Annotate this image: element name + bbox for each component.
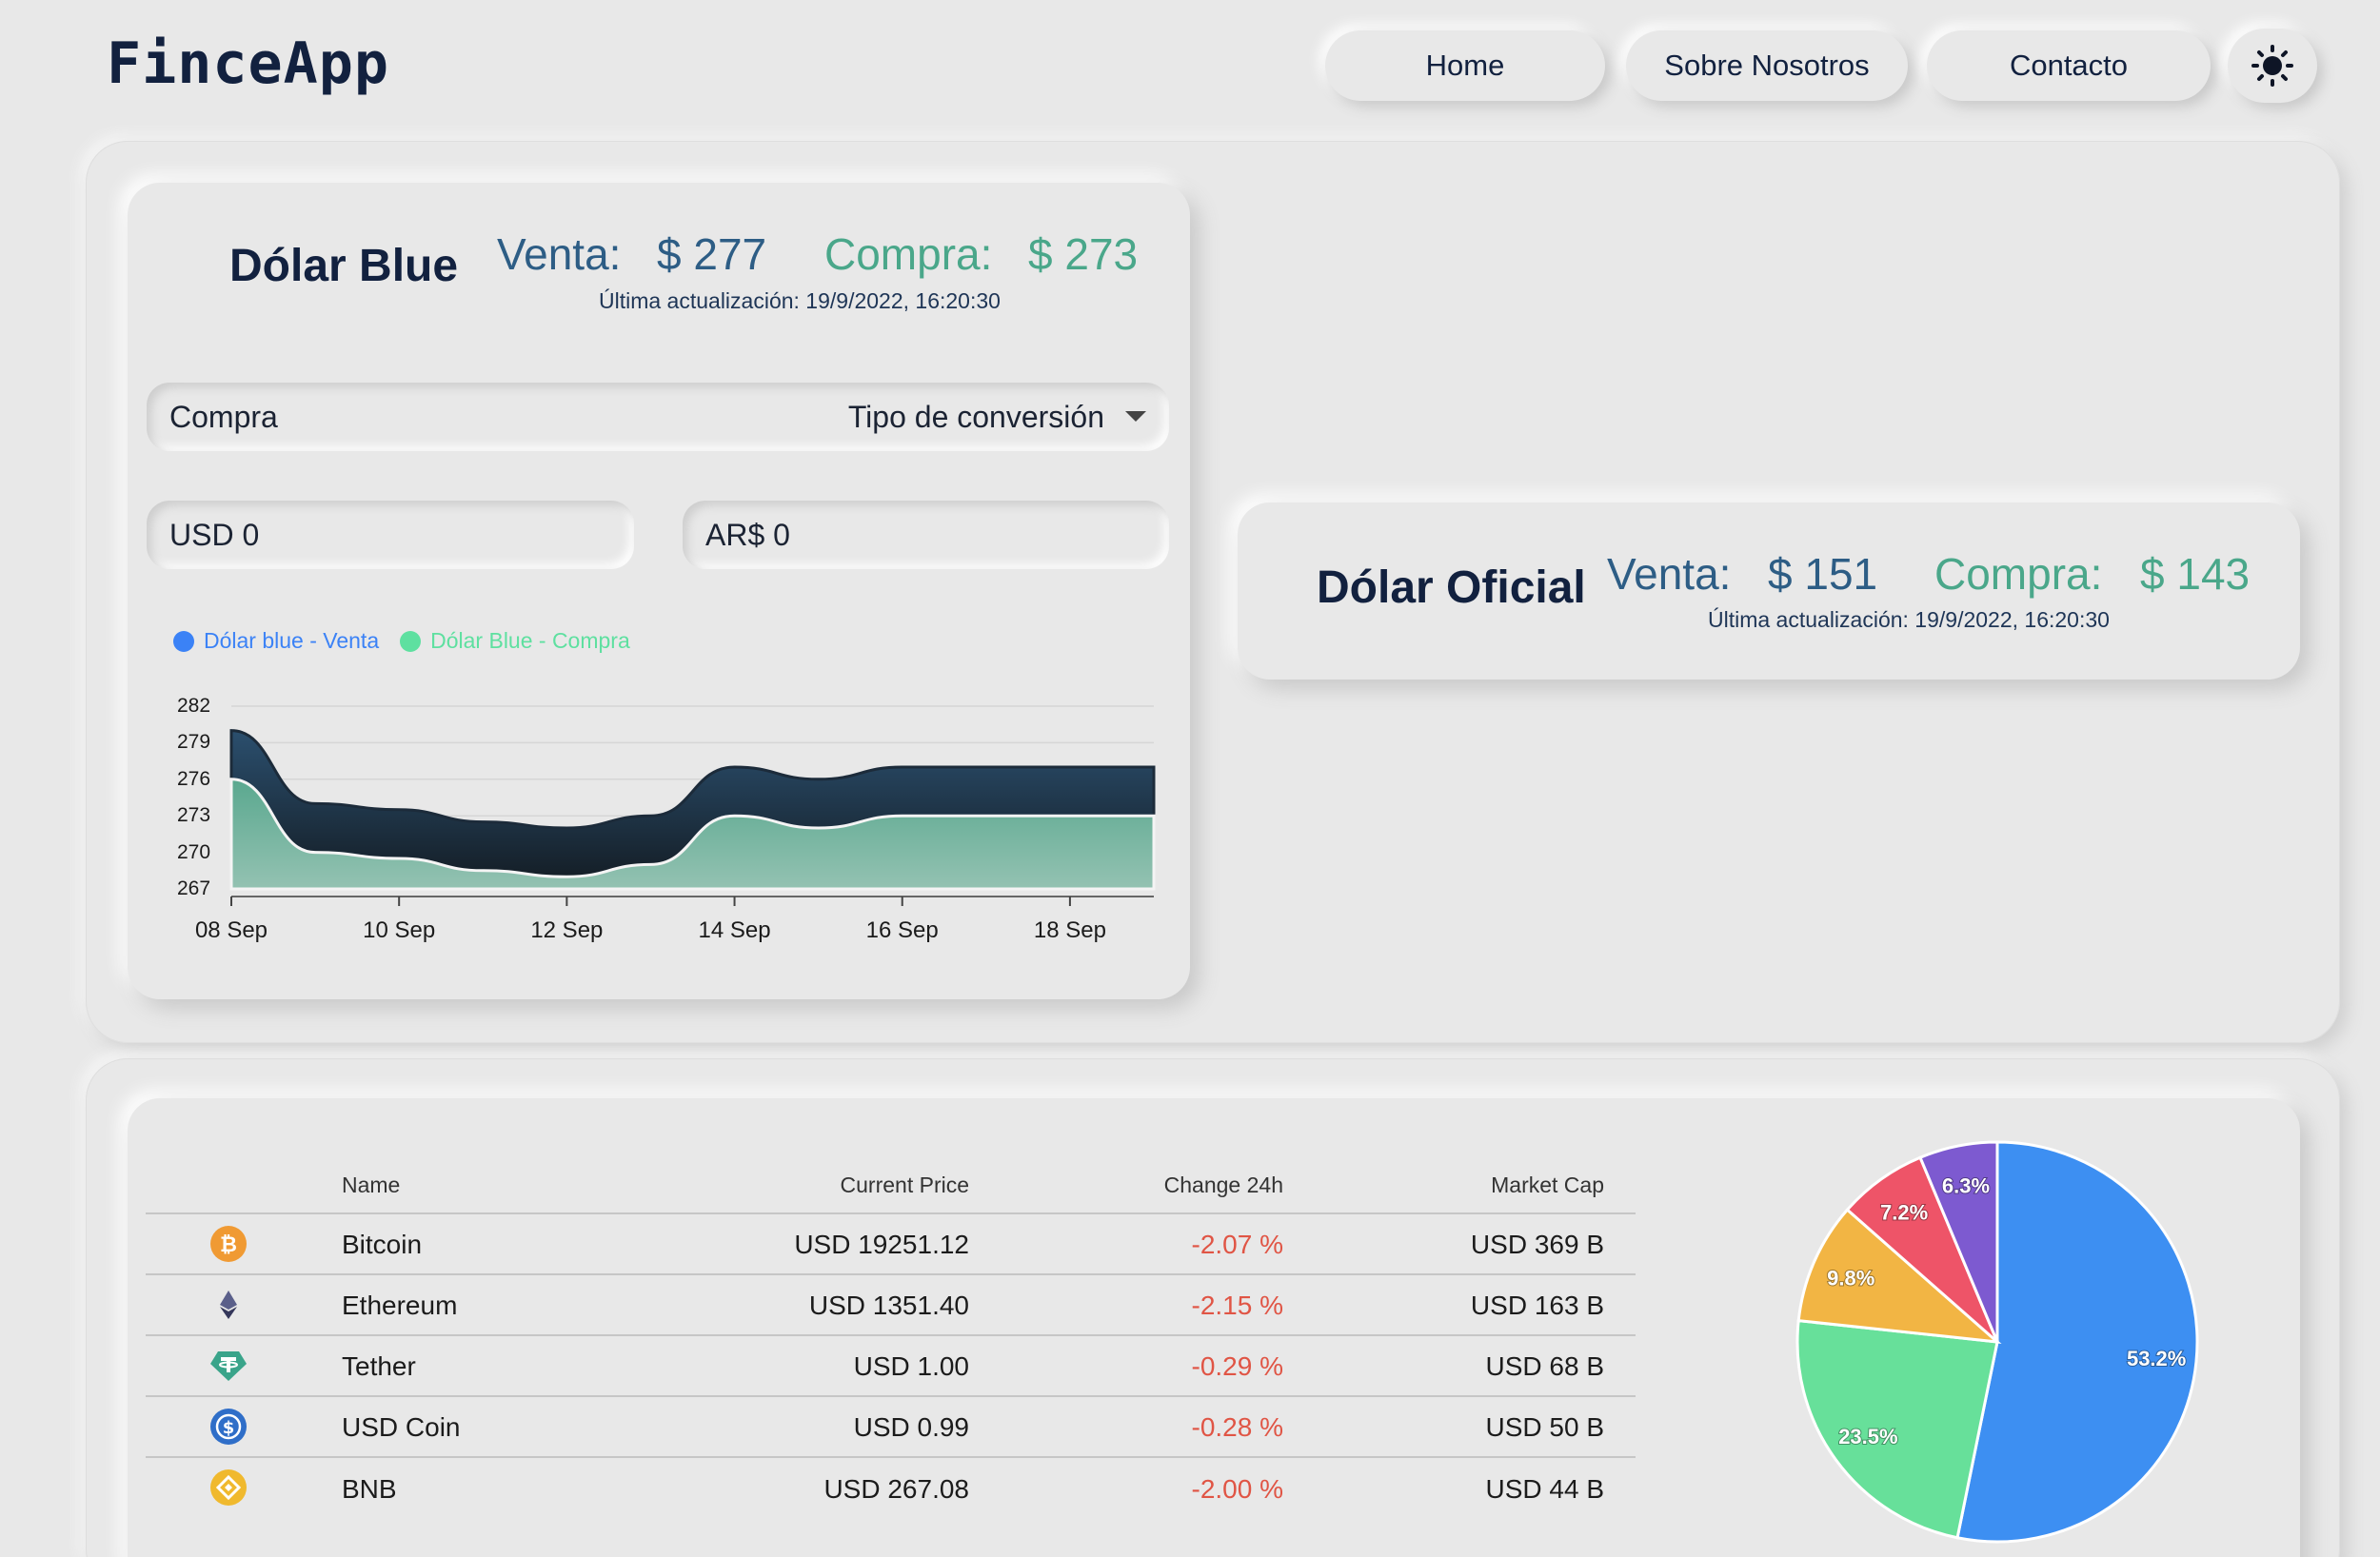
x-axis-tick-label: 08 Sep: [194, 917, 268, 943]
table-divider: [146, 1334, 1636, 1336]
table-row-name[interactable]: BNB: [342, 1474, 397, 1505]
table-row-change: -2.00 %: [1191, 1474, 1284, 1504]
table-row-change: -0.28 %: [1191, 1412, 1284, 1442]
table-divider: [146, 1456, 1636, 1458]
x-axis-tick-label: 10 Sep: [363, 917, 436, 943]
nav-about-button[interactable]: Sobre Nosotros: [1626, 30, 1908, 101]
dolar-blue-title: Dólar Blue: [229, 241, 459, 291]
usd-amount-value: USD 0: [169, 517, 260, 552]
table-divider: [146, 1212, 1636, 1214]
y-axis-tick-label: 276: [177, 767, 211, 790]
table-row-price: USD 267.08: [823, 1474, 969, 1504]
pie-slice-label: 23.5%: [1838, 1425, 1897, 1449]
table-row-price: USD 1.00: [853, 1351, 969, 1381]
bnb-icon: [210, 1469, 247, 1506]
blue-compra-value: $ 273: [1028, 229, 1139, 279]
usd-coin-icon: $: [210, 1409, 247, 1445]
y-axis-tick-label: 267: [177, 877, 211, 899]
table-row-name[interactable]: Ethereum: [342, 1291, 457, 1321]
market-cap-pie-chart: 53.2% 23.5% 9.8% 7.2% 6.3%: [1795, 1140, 2199, 1544]
legend-venta-swatch[interactable]: [173, 630, 194, 652]
x-axis-tick-label: 12 Sep: [530, 917, 604, 943]
header-cap[interactable]: Market Cap: [1491, 1173, 1604, 1198]
header-name[interactable]: Name: [342, 1173, 400, 1198]
oficial-compra-value: $ 143: [2140, 549, 2251, 599]
table-row-name[interactable]: Bitcoin: [342, 1230, 422, 1260]
blue-venta-label: Venta:: [497, 229, 622, 279]
y-axis-tick-label: 282: [177, 695, 211, 717]
table-row-cap: USD 44 B: [1485, 1474, 1605, 1504]
oficial-venta-label: Venta:: [1607, 549, 1732, 599]
y-axis-tick-label: 279: [177, 731, 211, 754]
ars-amount-input[interactable]: AR$ 0: [683, 501, 1169, 569]
bitcoin-icon: ₿: [210, 1226, 247, 1262]
table-row-price: USD 1351.40: [808, 1291, 969, 1320]
oficial-updated-text: Última actualización: 19/9/2022, 16:20:3…: [1708, 607, 2110, 632]
conversion-type-select[interactable]: Compra Tipo de conversión: [147, 383, 1169, 451]
x-axis-tick-label: 16 Sep: [865, 917, 939, 943]
tether-icon: [210, 1351, 247, 1381]
nav-home-button[interactable]: Home: [1325, 30, 1605, 101]
pie-slice-label: 7.2%: [1880, 1200, 1928, 1224]
svg-text:$: $: [223, 1418, 235, 1438]
table-divider: [146, 1273, 1636, 1275]
table-row-price: USD 19251.12: [794, 1230, 969, 1259]
pie-slice-label: 9.8%: [1827, 1266, 1874, 1290]
pie-slice-label: 6.3%: [1942, 1173, 1990, 1197]
y-axis-tick-label: 273: [177, 804, 211, 827]
y-axis-tick-label: 270: [177, 840, 211, 863]
blue-updated-text: Última actualización: 19/9/2022, 16:20:3…: [599, 288, 1001, 313]
app-logo[interactable]: FinceApp: [107, 30, 389, 97]
sun-icon: [2251, 45, 2293, 87]
blue-venta-value: $ 277: [657, 229, 767, 279]
table-divider: [146, 1395, 1636, 1397]
table-row-price: USD 0.99: [853, 1412, 969, 1442]
legend-compra-swatch[interactable]: [400, 630, 422, 652]
table-row-name[interactable]: USD Coin: [342, 1412, 460, 1443]
theme-toggle-button[interactable]: [2228, 29, 2317, 103]
svg-text:₿: ₿: [220, 1233, 237, 1257]
conversion-type-label: Tipo de conversión: [847, 399, 1104, 434]
nav-contact-button[interactable]: Contacto: [1927, 30, 2211, 101]
ethereum-icon: [220, 1291, 237, 1319]
dolar-oficial-title: Dólar Oficial: [1317, 562, 1586, 613]
blue-compra-label: Compra:: [824, 229, 993, 279]
usd-amount-input[interactable]: USD 0: [147, 501, 634, 569]
table-row-cap: USD 163 B: [1470, 1291, 1604, 1320]
table-row-change: -2.15 %: [1191, 1291, 1284, 1320]
table-row-cap: USD 50 B: [1485, 1412, 1605, 1442]
chart-legend: Dólar blue - Venta Dólar Blue - Compra: [173, 628, 630, 654]
table-row-change: -0.29 %: [1191, 1351, 1284, 1381]
oficial-compra-label: Compra:: [1934, 549, 2103, 599]
table-row-change: -2.07 %: [1191, 1230, 1284, 1259]
table-row-cap: USD 68 B: [1485, 1351, 1605, 1381]
header-price[interactable]: Current Price: [841, 1173, 969, 1198]
table-row-cap: USD 369 B: [1470, 1230, 1604, 1259]
conversion-mode-value: Compra: [169, 399, 278, 434]
header-change[interactable]: Change 24h: [1164, 1173, 1283, 1198]
pie-slice-label: 53.2%: [2127, 1347, 2186, 1370]
x-axis-tick-label: 18 Sep: [1033, 917, 1106, 943]
legend-compra-label[interactable]: Dólar Blue - Compra: [430, 628, 630, 654]
chevron-down-icon: [1125, 411, 1146, 422]
legend-venta-label[interactable]: Dólar blue - Venta: [204, 628, 379, 654]
oficial-venta-value: $ 151: [1768, 549, 1878, 599]
ars-amount-value: AR$ 0: [705, 517, 790, 552]
table-row-name[interactable]: Tether: [342, 1351, 416, 1382]
x-axis-tick-label: 14 Sep: [698, 917, 771, 943]
